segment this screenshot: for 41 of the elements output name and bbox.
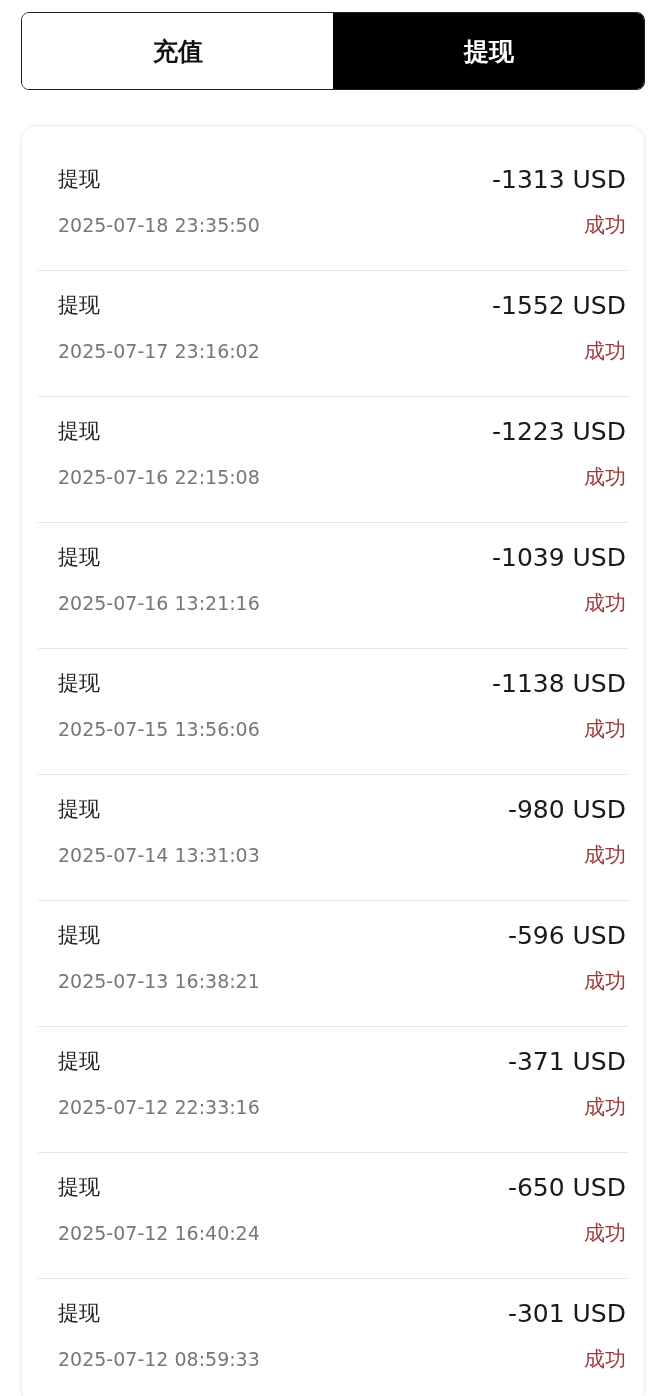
record-time: 2025-07-13 16:38:21 bbox=[58, 970, 260, 992]
record-status: 成功 bbox=[584, 968, 626, 995]
record-type: 提现 bbox=[58, 544, 100, 571]
record-amount: -1313 USD bbox=[492, 164, 626, 194]
record-status: 成功 bbox=[584, 212, 626, 239]
record-type: 提现 bbox=[58, 292, 100, 319]
record-type: 提现 bbox=[58, 1174, 100, 1201]
record-amount: -1223 USD bbox=[492, 416, 626, 446]
record-amount: -1138 USD bbox=[492, 668, 626, 698]
record-status: 成功 bbox=[584, 842, 626, 869]
record-time: 2025-07-15 13:56:06 bbox=[58, 718, 260, 740]
record-status: 成功 bbox=[584, 338, 626, 365]
record-time: 2025-07-16 22:15:08 bbox=[58, 466, 260, 488]
record-amount: -1039 USD bbox=[492, 542, 626, 572]
record-time: 2025-07-12 22:33:16 bbox=[58, 1096, 260, 1118]
record-type: 提现 bbox=[58, 670, 100, 697]
record-time: 2025-07-12 08:59:33 bbox=[58, 1348, 260, 1370]
tab[interactable]: 提现 bbox=[333, 13, 644, 89]
record-amount: -596 USD bbox=[507, 920, 626, 950]
record-status: 成功 bbox=[584, 1220, 626, 1247]
record-time: 2025-07-18 23:35:50 bbox=[58, 214, 260, 236]
record-type: 提现 bbox=[58, 1048, 100, 1075]
record-status: 成功 bbox=[584, 1346, 626, 1373]
record-time: 2025-07-16 13:21:16 bbox=[58, 592, 260, 614]
record-status: 成功 bbox=[584, 464, 626, 491]
record-amount: -980 USD bbox=[507, 794, 626, 824]
record-type: 提现 bbox=[58, 418, 100, 445]
record-time: 2025-07-17 23:16:02 bbox=[58, 340, 260, 362]
record-amount: -301 USD bbox=[507, 1298, 626, 1328]
record-amount: -371 USD bbox=[507, 1046, 626, 1076]
record-time: 2025-07-12 16:40:24 bbox=[58, 1222, 260, 1244]
record-type: 提现 bbox=[58, 1300, 100, 1327]
record-status: 成功 bbox=[584, 716, 626, 743]
record-type: 提现 bbox=[58, 166, 100, 193]
record-status: 成功 bbox=[584, 590, 626, 617]
record-amount: -1552 USD bbox=[492, 290, 626, 320]
record-amount: -650 USD bbox=[507, 1172, 626, 1202]
record-time: 2025-07-14 13:31:03 bbox=[58, 844, 260, 866]
record-type: 提现 bbox=[58, 796, 100, 823]
record-type: 提现 bbox=[58, 922, 100, 949]
record-status: 成功 bbox=[584, 1094, 626, 1121]
